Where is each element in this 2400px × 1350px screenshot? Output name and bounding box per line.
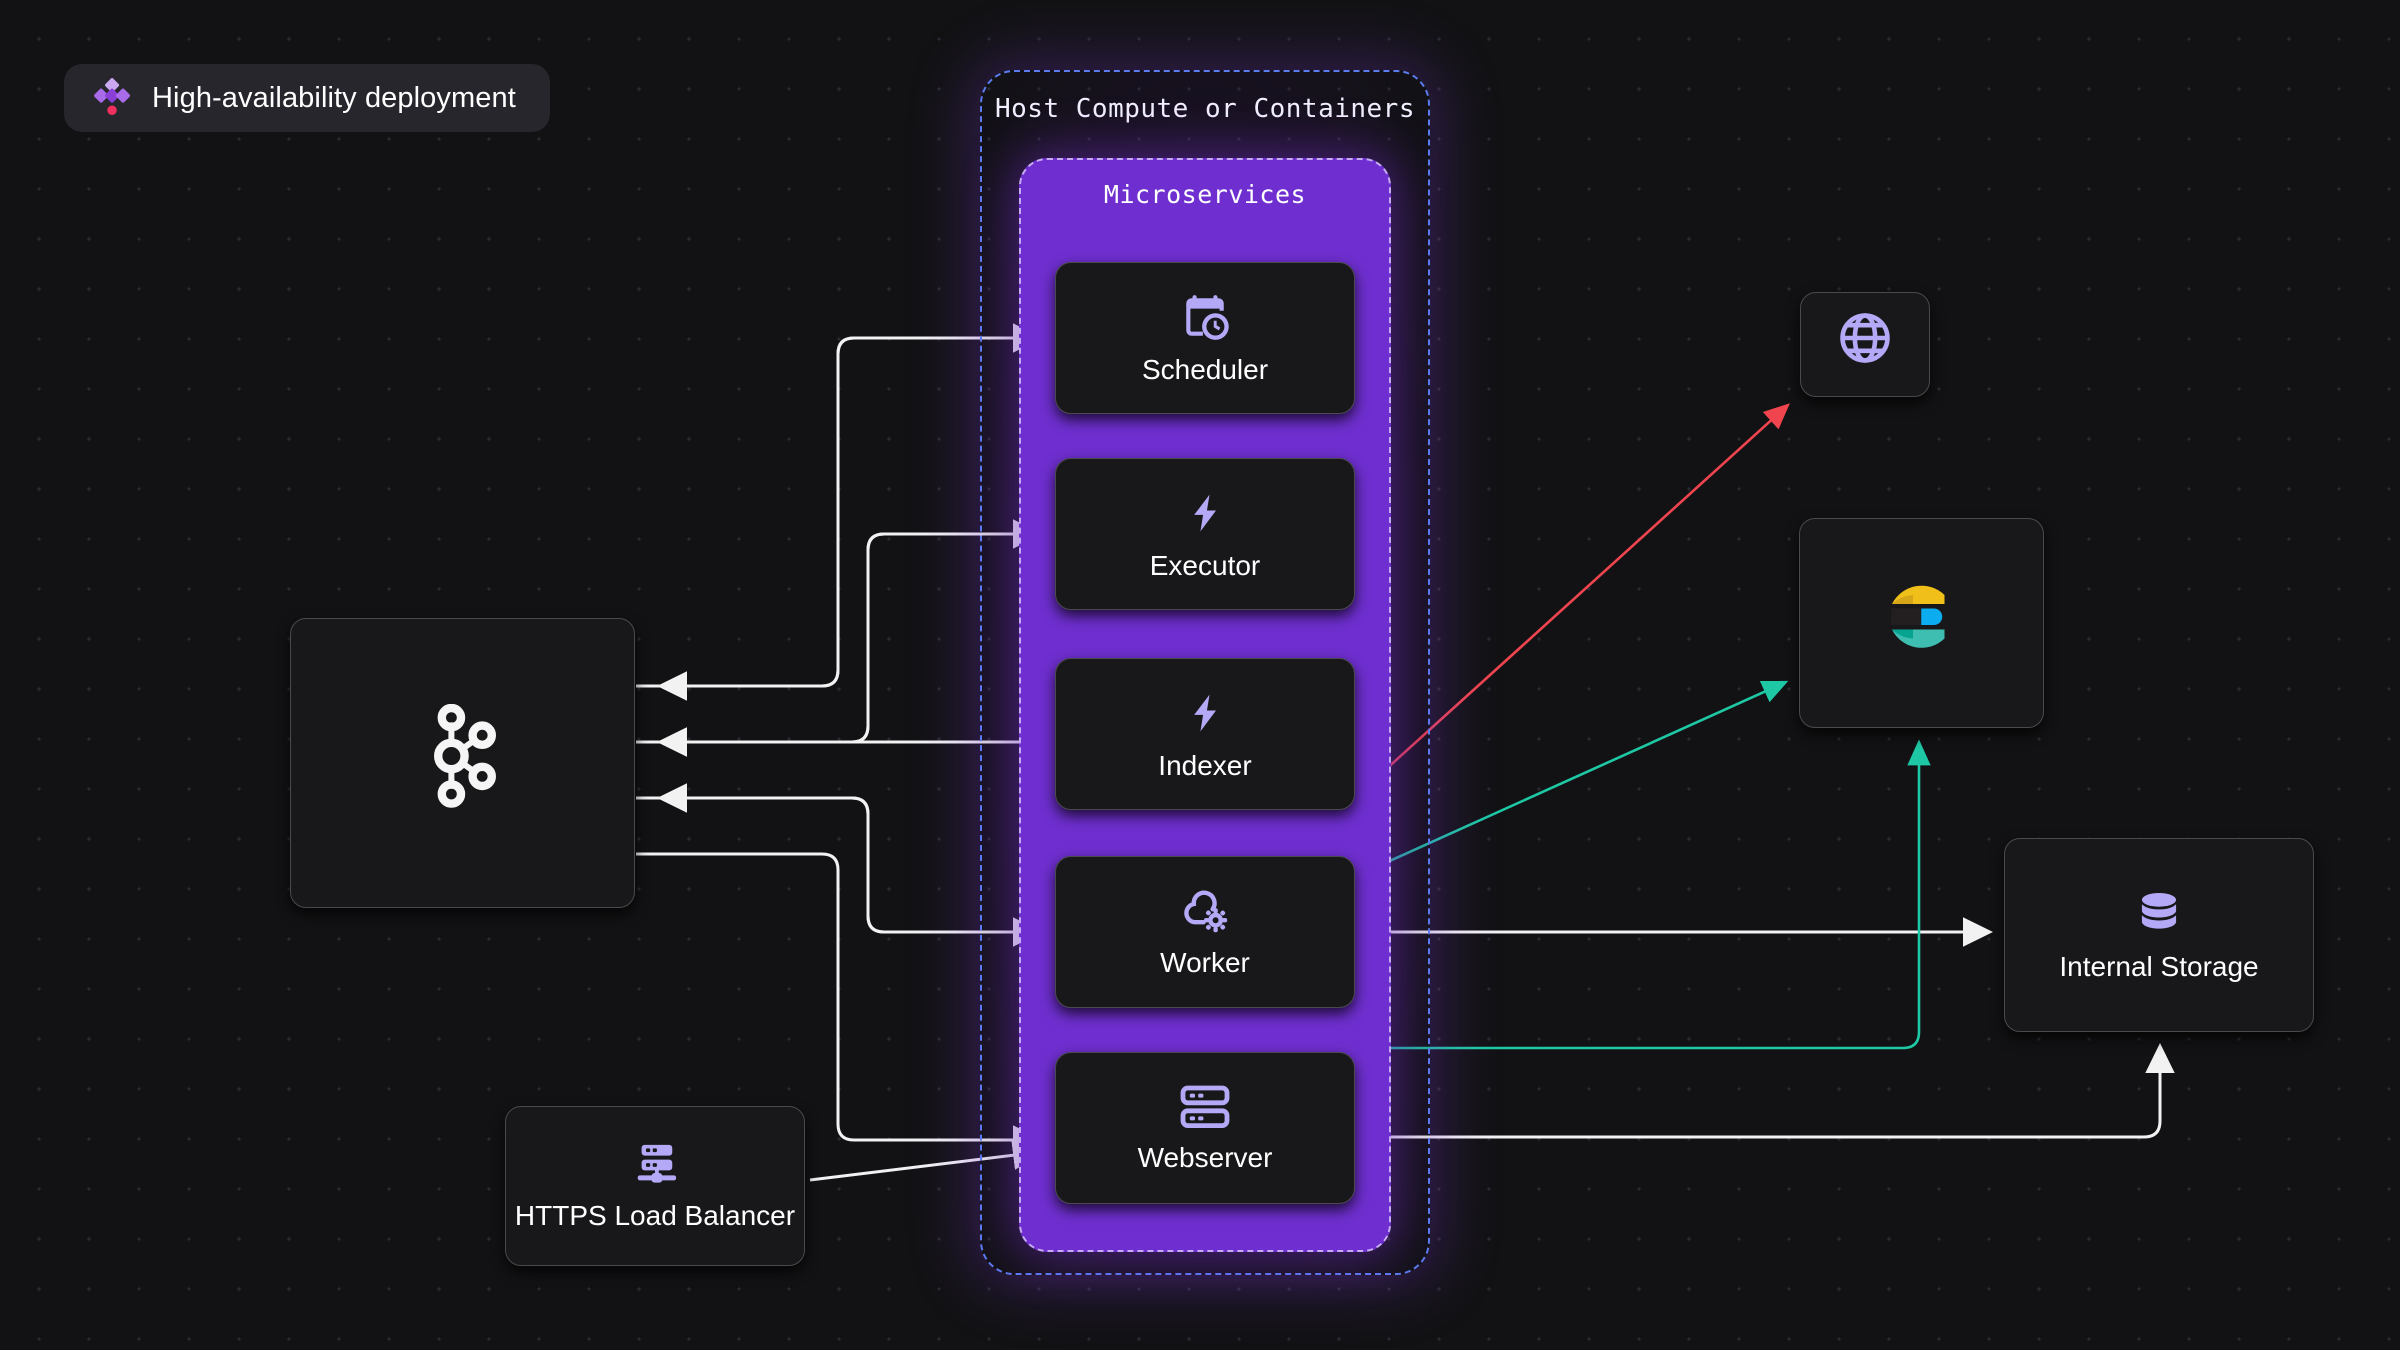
node-internal-storage-label: Internal Storage xyxy=(2059,951,2259,982)
node-globe[interactable] xyxy=(1800,292,1930,397)
node-executor-label: Executor xyxy=(1149,550,1261,581)
lightning-bolt-icon xyxy=(1194,494,1217,532)
airflow-diamonds-icon xyxy=(94,78,130,115)
database-icon xyxy=(2141,892,2177,929)
node-elasticsearch[interactable] xyxy=(1799,518,2044,728)
node-internal-storage[interactable]: Internal Storage xyxy=(2004,838,2314,1032)
diagram-canvas: High-availability deployment Host Comput… xyxy=(0,0,2400,1350)
title-badge-label: High-availability deployment xyxy=(152,81,516,114)
node-indexer-label: Indexer xyxy=(1158,750,1252,781)
node-https-load-balancer[interactable]: HTTPS Load Balancer xyxy=(505,1106,805,1266)
load-balancer-icon xyxy=(637,1144,677,1183)
microservices-container-label: Microservices xyxy=(1103,180,1307,209)
globe-icon xyxy=(1840,312,1890,363)
node-webserver-label: Webserver xyxy=(1137,1142,1273,1173)
node-indexer[interactable]: Indexer xyxy=(1055,658,1355,810)
node-kafka[interactable] xyxy=(290,618,635,908)
cloud-gear-icon xyxy=(1184,890,1228,933)
node-scheduler-label: Scheduler xyxy=(1141,354,1269,385)
server-rack-icon xyxy=(1180,1085,1230,1128)
host-container-label: Host Compute or Containers xyxy=(995,94,1415,124)
node-https-load-balancer-label: HTTPS Load Balancer xyxy=(514,1200,796,1231)
node-webserver[interactable]: Webserver xyxy=(1055,1052,1355,1204)
node-worker-label: Worker xyxy=(1160,947,1250,978)
title-badge: High-availability deployment xyxy=(64,64,550,132)
node-worker[interactable]: Worker xyxy=(1055,856,1355,1008)
node-executor[interactable]: Executor xyxy=(1055,458,1355,610)
lightning-bolt-icon xyxy=(1194,694,1217,732)
kafka-logo-icon xyxy=(433,704,496,808)
node-scheduler[interactable]: Scheduler xyxy=(1055,262,1355,414)
elasticsearch-logo-icon xyxy=(1890,585,1944,648)
edge-webserver-storage xyxy=(1355,1043,2175,1139)
calendar-clock-icon xyxy=(1186,295,1229,340)
